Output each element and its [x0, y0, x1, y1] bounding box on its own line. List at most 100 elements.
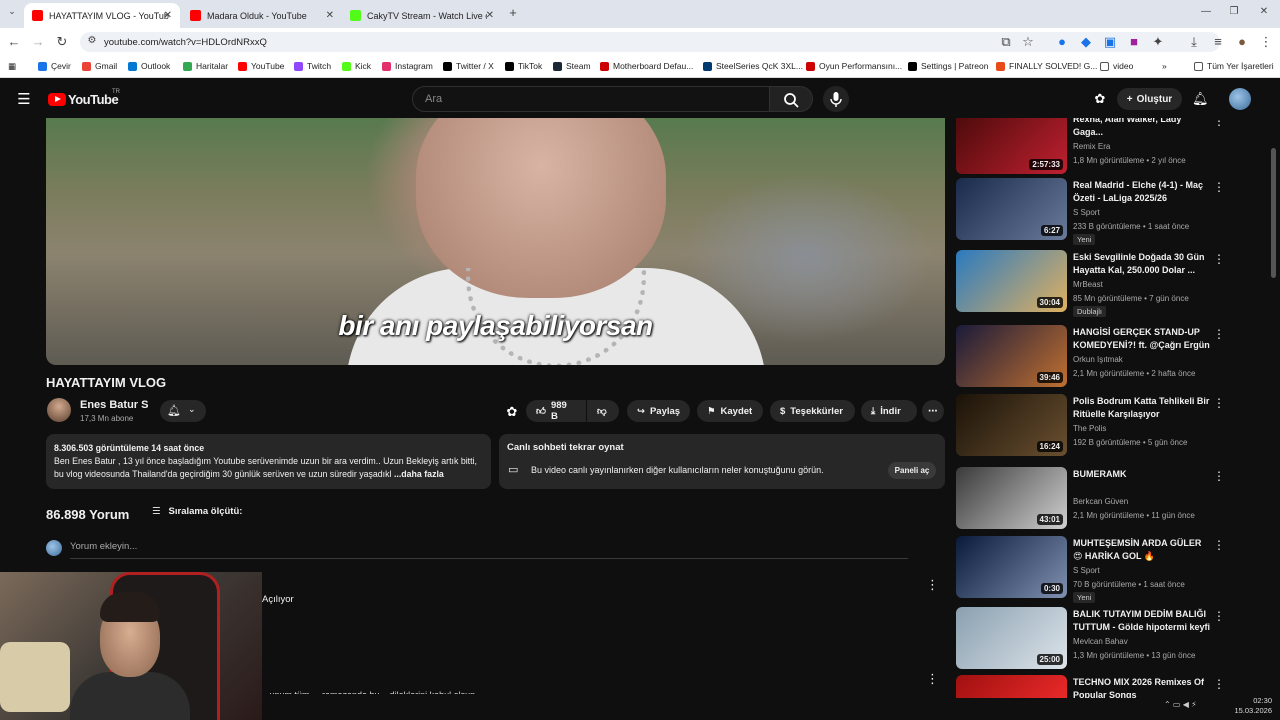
thanks-button[interactable]: $ Teşekkürler — [770, 400, 855, 422]
bookmark-folder[interactable]: video — [1100, 61, 1133, 71]
download-icon[interactable]: ⤓ — [1186, 34, 1202, 50]
extension-icon[interactable]: ▣ — [1102, 34, 1118, 50]
video-player[interactable]: bir anı paylaşabiliyorsan — [46, 118, 945, 365]
bookmark-item[interactable]: Twitter / X — [443, 61, 494, 71]
recommended-title[interactable]: Real Madrid - Elche (4-1) - Maç Özeti - … — [1073, 179, 1213, 205]
tab-close-icon[interactable]: ✕ — [486, 10, 494, 21]
kick-extension-icon[interactable]: ✿ — [504, 404, 520, 420]
bookmark-item[interactable]: Twitch — [294, 61, 331, 71]
recommended-menu-icon[interactable]: ⋮ — [1213, 180, 1225, 194]
video-thumbnail[interactable] — [956, 675, 1067, 698]
notifications-bell-icon[interactable]: 🔔︎ — [1192, 91, 1209, 107]
tab-search-icon[interactable]: ⌄ — [4, 6, 20, 17]
share-button[interactable]: ↪ Paylaş — [627, 400, 690, 422]
bookmark-item[interactable]: Kick — [342, 61, 371, 71]
video-thumbnail[interactable]: 6:27 — [956, 178, 1067, 240]
new-tab-button[interactable]: + — [505, 5, 521, 20]
dislike-button[interactable]: 👎︎ — [587, 400, 619, 422]
sort-button[interactable]: ☰ Sıralama ölçütü: — [152, 506, 242, 517]
system-clock[interactable]: 02:30 15.03.2026 — [1234, 696, 1272, 716]
video-thumbnail[interactable]: 2:57:33 — [956, 118, 1067, 174]
recommended-menu-icon[interactable]: ⋮ — [1213, 118, 1225, 128]
extension-icon[interactable]: ● — [1054, 34, 1070, 49]
recommended-video[interactable]: 0:30 MUHTEŞEMSİN ARDA GÜLER 😍 HARİKA GOL … — [955, 536, 1267, 603]
open-panel-button[interactable]: Paneli aç — [888, 462, 936, 479]
recommended-menu-icon[interactable]: ⋮ — [1213, 469, 1225, 483]
apps-icon[interactable]: ▦ — [8, 61, 16, 72]
channel-name[interactable]: Enes Batur S — [80, 399, 148, 411]
recommended-channel[interactable]: S Sport — [1073, 566, 1100, 575]
tab-close-icon[interactable]: ✕ — [164, 10, 172, 21]
recommended-title[interactable]: Eski Sevgilinle Doğada 30 Gün Hayatta Ka… — [1073, 251, 1213, 277]
extension-icon[interactable]: ◆ — [1078, 34, 1094, 50]
recommended-title[interactable]: Rexha, Alan Walker, Lady Gaga... — [1073, 118, 1213, 139]
recommended-video[interactable]: 43:01 BUMERAMK Berkcan Güven 2,1 Mn görüntü… — [955, 467, 1267, 529]
recommended-video[interactable]: 6:27 Real Madrid - Elche (4-1) - Maç Özet… — [955, 178, 1267, 245]
recommended-channel[interactable]: The Polis — [1073, 424, 1106, 433]
profile-icon[interactable]: ● — [1234, 34, 1250, 49]
bookmark-item[interactable]: Steam — [553, 61, 591, 71]
extensions-puzzle-icon[interactable]: ✦ — [1150, 34, 1166, 50]
account-avatar[interactable] — [1229, 88, 1251, 110]
menu-kebab-icon[interactable]: ⋮ — [1258, 34, 1274, 50]
youtube-logo-icon[interactable] — [48, 93, 66, 106]
more-actions-button[interactable]: ⋯ — [922, 400, 944, 422]
recommended-title[interactable]: BALIK TUTAYIM DEDİM BALIĞI TUTTUM - Göld… — [1073, 608, 1213, 634]
recommended-channel[interactable]: Berkcan Güven — [1073, 497, 1128, 506]
comment-menu-icon[interactable]: ⋮ — [926, 671, 939, 687]
recommended-title[interactable]: MUHTEŞEMSİN ARDA GÜLER 😍 HARİKA GOL 🔥 — [1073, 537, 1213, 563]
video-thumbnail[interactable]: 30:04 — [956, 250, 1067, 312]
search-button[interactable] — [769, 86, 813, 112]
bookmark-item[interactable]: SteelSeries QcK 3XL... — [703, 61, 803, 71]
bookmark-item[interactable]: Çevir — [38, 61, 71, 71]
restore-icon[interactable]: ❐ — [1226, 6, 1242, 17]
download-button[interactable]: ⤓ İndir — [861, 400, 917, 422]
media-icon[interactable]: ≡ — [1210, 34, 1226, 49]
save-button[interactable]: ⚑ Kaydet — [697, 400, 763, 422]
all-bookmarks-folder[interactable]: Tüm Yer İşaretleri — [1194, 61, 1274, 71]
bookmark-item[interactable]: Instagram — [382, 61, 433, 71]
tab-close-icon[interactable]: ✕ — [326, 10, 334, 21]
recommended-channel[interactable]: Remix Era — [1073, 142, 1110, 151]
channel-avatar[interactable] — [47, 398, 71, 422]
recommended-channel[interactable]: MrBeast — [1073, 280, 1103, 289]
bookmark-item[interactable]: TikTok — [505, 61, 542, 71]
recommended-menu-icon[interactable]: ⋮ — [1213, 396, 1225, 410]
recommended-video[interactable]: 2:57:33 Rexha, Alan Walker, Lady Gaga... R… — [955, 118, 1267, 174]
recommended-video[interactable]: 25:00 BALIK TUTAYIM DEDİM BALIĞI TUTTUM -… — [955, 607, 1267, 669]
bookmark-item[interactable]: YouTube — [238, 61, 284, 71]
add-comment-input[interactable]: Yorum ekleyin... — [70, 541, 908, 559]
recommended-menu-icon[interactable]: ⋮ — [1213, 677, 1225, 691]
back-icon[interactable]: ← — [6, 34, 22, 49]
recommended-menu-icon[interactable]: ⋮ — [1213, 538, 1225, 552]
window-close-icon[interactable]: ✕ — [1256, 6, 1272, 17]
bookmark-item[interactable]: Gmail — [82, 61, 117, 71]
subscription-bell-button[interactable]: 🔔︎ ⌄ — [160, 400, 206, 422]
create-button[interactable]: + Oluştur — [1117, 88, 1182, 110]
recommended-video[interactable]: 39:46 HANGİSİ GERÇEK STAND-UP KOMEDYENİ?!… — [955, 325, 1267, 387]
video-thumbnail[interactable]: 0:30 — [956, 536, 1067, 598]
youtube-logo-text[interactable]: YouTube — [68, 92, 119, 107]
recommended-channel[interactable]: S Sport — [1073, 208, 1100, 217]
like-button[interactable]: 👍︎ 989 B — [526, 400, 586, 422]
kick-extension-icon[interactable]: ✿ — [1092, 91, 1108, 107]
bookmark-item[interactable]: FINALLY SOLVED! G... — [996, 61, 1097, 71]
recommended-menu-icon[interactable]: ⋮ — [1213, 327, 1225, 341]
recommended-video[interactable]: 16:24 Polis Bodrum Katta Tehlikeli Bir Ri… — [955, 394, 1267, 456]
recommended-menu-icon[interactable]: ⋮ — [1213, 609, 1225, 623]
comment-menu-icon[interactable]: ⋮ — [926, 577, 939, 593]
description-box[interactable]: 8.306.503 görüntüleme 14 saat önce Ben E… — [46, 434, 491, 489]
recommended-channel[interactable]: Orkun Işıtmak — [1073, 355, 1123, 364]
extension-icon[interactable]: ■ — [1126, 34, 1142, 49]
site-info-icon[interactable]: ⚙ — [84, 35, 100, 46]
minimize-icon[interactable]: — — [1198, 6, 1214, 17]
url-field[interactable]: youtube.com/watch?v=HDLOrdNRxxQ — [80, 32, 1220, 52]
recommended-title[interactable]: Polis Bodrum Katta Tehlikeli Bir Ritüell… — [1073, 395, 1213, 421]
video-thumbnail[interactable]: 39:46 — [956, 325, 1067, 387]
bookmark-item[interactable]: Settings | Patreon — [908, 61, 988, 71]
recommended-channel[interactable]: Mevlcan Bahav — [1073, 637, 1128, 646]
more-bookmarks-icon[interactable]: » — [1162, 61, 1167, 71]
forward-icon[interactable]: → — [30, 34, 46, 49]
bookmark-star-icon[interactable]: ☆ — [1020, 34, 1036, 50]
install-icon[interactable]: ⧉ — [998, 34, 1014, 50]
